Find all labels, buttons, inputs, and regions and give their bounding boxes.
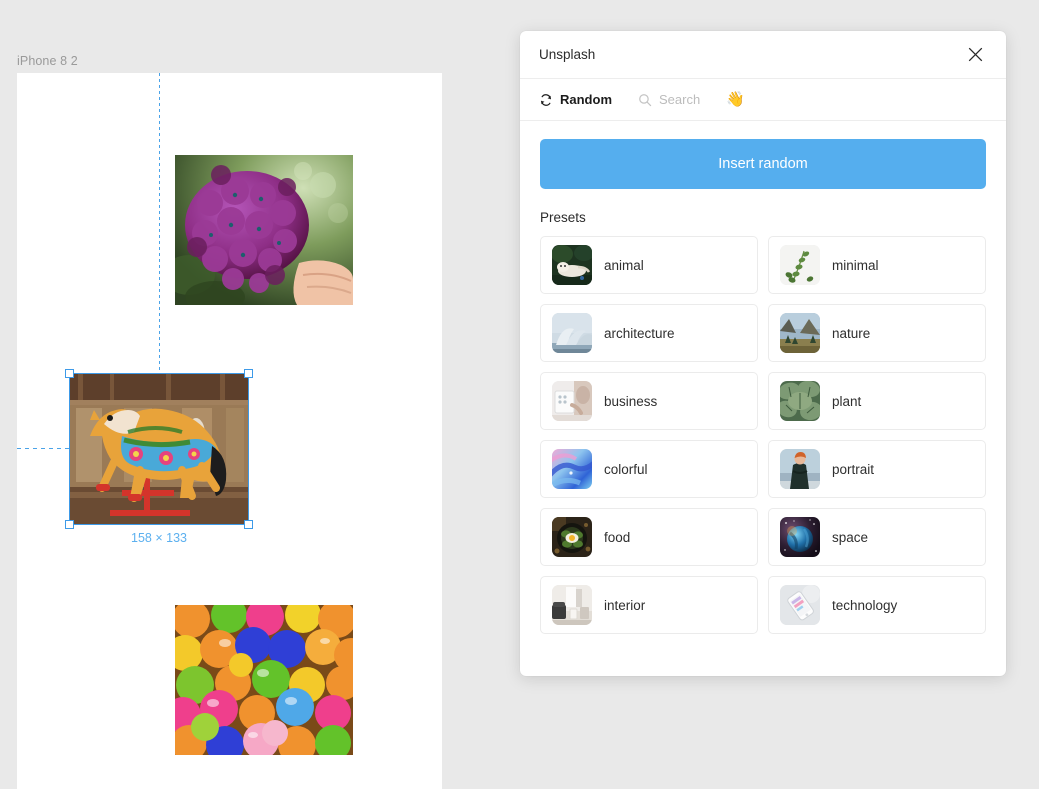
opera-house-thumb <box>552 313 592 353</box>
panel-tab-bar: Random Search 👋 <box>520 79 1006 121</box>
colorful-plastic-balls-image[interactable] <box>175 605 353 755</box>
unsplash-plugin-panel: Unsplash Random Search 👋 Insert random P… <box>520 31 1006 676</box>
preset-label: business <box>604 393 658 409</box>
preset-card-colorful[interactable]: colorful <box>540 440 758 498</box>
tab-search-label: Search <box>659 92 701 107</box>
vertical-alignment-guide <box>159 73 160 373</box>
preset-label: technology <box>832 597 898 613</box>
preset-card-business[interactable]: business <box>540 372 758 430</box>
purple-hydrangea-flower-image[interactable] <box>175 155 353 305</box>
valley-thumb <box>780 313 820 353</box>
preset-card-architecture[interactable]: architecture <box>540 304 758 362</box>
carousel-artwork <box>70 374 248 524</box>
preset-label: minimal <box>832 257 879 273</box>
artboard-label: iPhone 8 2 <box>17 54 78 68</box>
presets-grid: animal minimal architecture nature busin… <box>540 236 986 634</box>
presets-heading: Presets <box>540 210 586 225</box>
flower-artwork <box>175 155 353 305</box>
wave-hand-emoji-button[interactable]: 👋 <box>726 92 745 107</box>
person-standing-thumb <box>780 449 820 489</box>
living-room-thumb <box>552 585 592 625</box>
tab-random-label: Random <box>560 92 612 107</box>
close-button[interactable] <box>962 42 988 68</box>
preset-card-minimal[interactable]: minimal <box>768 236 986 294</box>
preset-card-nature[interactable]: nature <box>768 304 986 362</box>
plant-sprig-thumb <box>780 245 820 285</box>
preset-label: space <box>832 529 869 545</box>
carousel-horse-image[interactable] <box>70 374 248 524</box>
smartphone-thumb <box>780 585 820 625</box>
skillet-food-thumb <box>552 517 592 557</box>
preset-label: colorful <box>604 461 648 477</box>
balls-artwork <box>175 605 353 755</box>
preset-label: animal <box>604 257 644 273</box>
preset-card-plant[interactable]: plant <box>768 372 986 430</box>
panel-header: Unsplash <box>520 31 1006 79</box>
preset-label: plant <box>832 393 862 409</box>
close-icon <box>968 47 982 62</box>
preset-card-space[interactable]: space <box>768 508 986 566</box>
preset-card-animal[interactable]: animal <box>540 236 758 294</box>
preset-label: interior <box>604 597 646 613</box>
green-leaves-thumb <box>780 381 820 421</box>
preset-label: portrait <box>832 461 875 477</box>
panel-title: Unsplash <box>539 47 596 62</box>
search-icon <box>638 93 652 107</box>
insert-random-button[interactable]: Insert random <box>540 139 986 189</box>
preset-label: food <box>604 529 631 545</box>
preset-label: nature <box>832 325 871 341</box>
panel-body: Insert random Presets animal minimal arc… <box>520 121 1006 634</box>
preset-card-portrait[interactable]: portrait <box>768 440 986 498</box>
horizontal-alignment-guide <box>17 448 69 449</box>
white-tiger-thumb <box>552 245 592 285</box>
preset-card-interior[interactable]: interior <box>540 576 758 634</box>
selection-dimensions-label: 158 × 133 <box>131 531 187 545</box>
refresh-icon <box>539 93 553 107</box>
tab-random[interactable]: Random <box>539 92 612 107</box>
preset-card-technology[interactable]: technology <box>768 576 986 634</box>
preset-label: architecture <box>604 325 675 341</box>
tab-search[interactable]: Search <box>638 92 700 107</box>
planet-thumb <box>780 517 820 557</box>
paint-swirl-thumb <box>552 449 592 489</box>
preset-card-food[interactable]: food <box>540 508 758 566</box>
laptop-desk-thumb <box>552 381 592 421</box>
